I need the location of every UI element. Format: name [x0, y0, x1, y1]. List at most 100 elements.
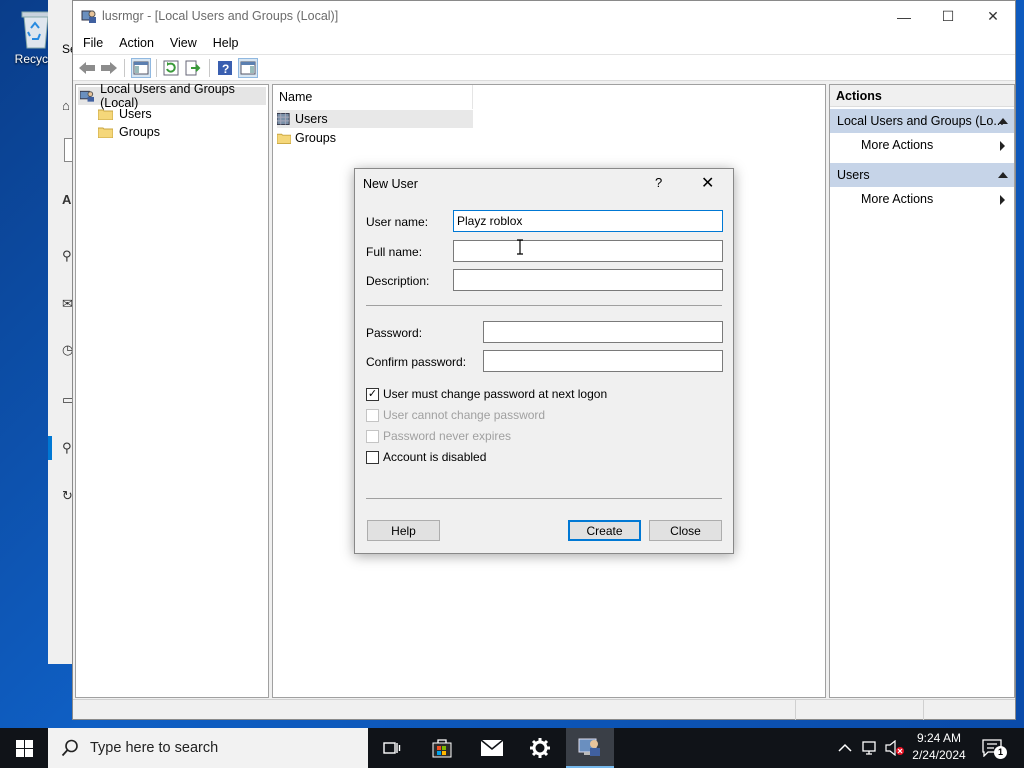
volume-muted-icon: [885, 740, 904, 756]
users-folder-icon: [277, 113, 290, 125]
more-actions-label: More Actions: [861, 138, 934, 152]
menu-view[interactable]: View: [164, 36, 203, 50]
actions-section-users-label: Users: [837, 168, 870, 182]
clock[interactable]: 9:24 AM 2/24/2024: [904, 730, 974, 764]
refresh-icon[interactable]: [161, 58, 181, 78]
lusrmgr-app-icon: [81, 10, 96, 23]
windows-logo-icon: [15, 739, 33, 757]
password-input[interactable]: [483, 321, 723, 343]
close-button[interactable]: ✕: [970, 1, 1016, 32]
person-icon: ⚲: [62, 248, 72, 263]
background-window-letter: A: [62, 192, 72, 207]
export-list-icon[interactable]: [183, 58, 203, 78]
show-hide-console-tree-icon[interactable]: [131, 58, 151, 78]
dialog-help-button[interactable]: ?: [655, 175, 662, 190]
chevron-up-icon: [838, 743, 852, 752]
tree-item-groups-label: Groups: [119, 125, 160, 139]
status-bar: [73, 699, 1015, 720]
lusrmgr-taskbar-button[interactable]: [566, 728, 614, 768]
cannot-change-password-label: User cannot change password: [383, 408, 546, 422]
new-user-dialog: New User ? ✕ User name: Full name: Descr…: [354, 168, 734, 554]
show-hide-action-pane-icon[interactable]: [238, 58, 258, 78]
toolbar-separator: [156, 59, 157, 77]
text-cursor-icon: [517, 239, 523, 255]
menu-action[interactable]: Action: [113, 36, 160, 50]
description-label: Description:: [366, 274, 430, 288]
account-disabled-checkbox[interactable]: Account is disabled: [366, 448, 486, 466]
mail-button[interactable]: [468, 728, 516, 768]
user-name-label: User name:: [366, 215, 429, 229]
folder-icon: [277, 133, 291, 144]
tree-item-users[interactable]: Users: [98, 105, 152, 123]
title-bar[interactable]: lusrmgr - [Local Users and Groups (Local…: [73, 1, 1015, 32]
tree-root-node[interactable]: Local Users and Groups (Local): [78, 82, 266, 110]
checkbox-icon[interactable]: [366, 450, 379, 464]
notification-center-button[interactable]: 1: [982, 728, 1007, 768]
checkbox-icon: [366, 429, 379, 443]
store-button[interactable]: [418, 728, 466, 768]
account-disabled-label: Account is disabled: [383, 450, 487, 464]
tree-item-users-label: Users: [119, 107, 152, 121]
cannot-change-password-checkbox: User cannot change password: [366, 406, 545, 424]
actions-pane: Actions Local Users and Groups (Lo... Mo…: [829, 84, 1015, 698]
start-button[interactable]: [0, 728, 48, 768]
menu-bar: File Action View Help: [73, 32, 1015, 54]
toolbar: ?: [73, 54, 1015, 81]
show-hidden-icons-button[interactable]: [838, 728, 852, 768]
tree-item-groups[interactable]: Groups: [98, 123, 160, 141]
actions-section-users[interactable]: Users: [830, 163, 1014, 187]
collapse-arrow-icon[interactable]: [998, 118, 1008, 124]
svg-text:?: ?: [222, 62, 229, 76]
settings-button[interactable]: [516, 728, 564, 768]
must-change-password-checkbox[interactable]: ✓ User must change password at next logo…: [366, 385, 607, 403]
maximize-button[interactable]: ☐: [925, 1, 971, 32]
help-button[interactable]: Help: [367, 520, 440, 541]
collapse-arrow-icon[interactable]: [998, 172, 1008, 178]
list-item-users-label: Users: [295, 112, 328, 126]
network-icon: [862, 741, 876, 755]
full-name-input[interactable]: [453, 240, 723, 262]
user-name-input[interactable]: [453, 210, 723, 232]
clock-date: 2/24/2024: [912, 748, 966, 762]
background-settings-window[interactable]: Se ⌂ A ⚲ ✉ ◷ ▭ ⚲ ↻: [48, 0, 77, 664]
task-view-button[interactable]: [368, 728, 416, 768]
status-divider: [923, 700, 924, 720]
list-item-groups[interactable]: Groups: [277, 129, 336, 147]
create-button[interactable]: Create: [568, 520, 641, 541]
actions-header: Actions: [830, 85, 1014, 107]
password-never-expires-checkbox: Password never expires: [366, 427, 511, 445]
computer-users-icon: [80, 90, 95, 102]
list-item-groups-label: Groups: [295, 131, 336, 145]
forward-arrow-icon[interactable]: [99, 58, 119, 78]
minimize-button[interactable]: —: [881, 1, 927, 32]
menu-file[interactable]: File: [77, 36, 109, 50]
dialog-close-action-button[interactable]: Close: [649, 520, 722, 541]
toolbar-separator: [209, 59, 210, 77]
column-header-name[interactable]: Name: [273, 85, 473, 109]
list-item-users[interactable]: Users: [277, 110, 473, 128]
dialog-title: New User: [363, 177, 418, 191]
description-input[interactable]: [453, 269, 723, 291]
taskbar: Type here to search 9:24 AM 2/24/2024 1: [0, 728, 1024, 768]
menu-help[interactable]: Help: [207, 36, 245, 50]
selection-indicator: [48, 436, 52, 460]
help-icon[interactable]: ?: [215, 58, 235, 78]
dialog-close-button[interactable]: ✕: [701, 173, 714, 193]
back-arrow-icon[interactable]: [77, 58, 97, 78]
status-divider: [795, 700, 796, 720]
actions-section-local-users[interactable]: Local Users and Groups (Lo...: [830, 109, 1014, 133]
network-button[interactable]: [862, 728, 880, 768]
lusrmgr-taskbar-icon: [578, 738, 600, 756]
search-box[interactable]: Type here to search: [48, 728, 368, 768]
more-actions-local-users[interactable]: More Actions: [830, 133, 1014, 157]
more-actions-users[interactable]: More Actions: [830, 187, 1014, 211]
full-name-label: Full name:: [366, 245, 423, 259]
checkbox-checked-icon[interactable]: ✓: [366, 387, 379, 401]
confirm-password-input[interactable]: [483, 350, 723, 372]
toolbar-separator: [124, 59, 125, 77]
user-icon: ⚲: [62, 440, 72, 455]
checkbox-icon: [366, 408, 379, 422]
password-never-expires-label: Password never expires: [383, 429, 512, 443]
volume-button[interactable]: [885, 728, 905, 768]
folder-icon: [98, 109, 113, 120]
